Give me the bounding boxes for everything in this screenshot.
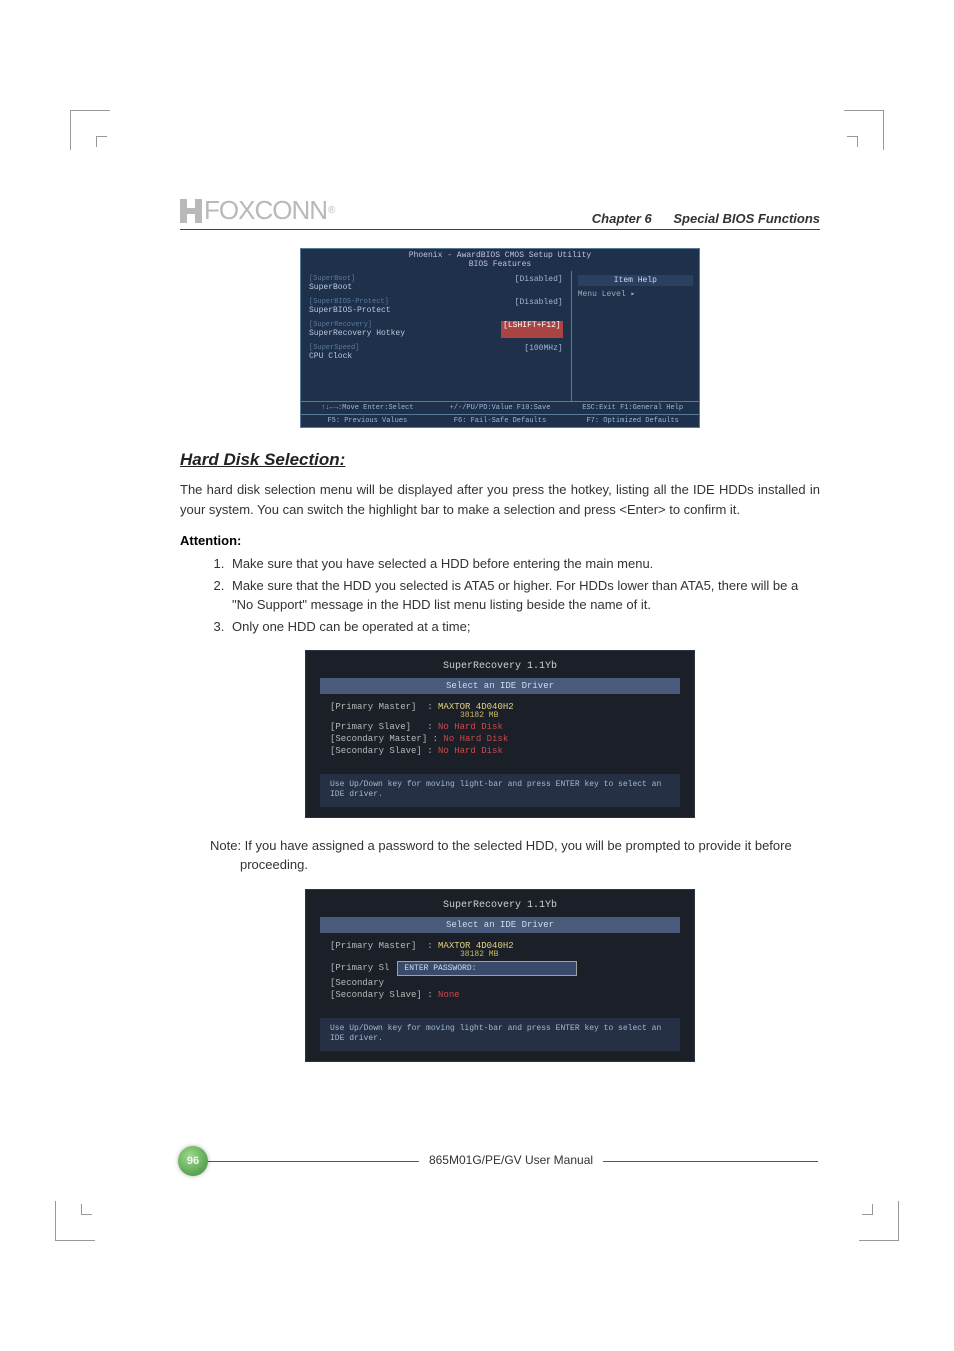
bios-menu-level: Menu Level ▸ bbox=[578, 289, 693, 299]
chapter-number: Chapter 6 bbox=[592, 211, 652, 226]
sr2-row-primary-master: [Primary Master] : MAXTOR 4D040H2 38182 … bbox=[330, 941, 670, 959]
chapter-subtitle: Special BIOS Functions bbox=[673, 211, 820, 226]
sr1-header: Select an IDE Driver bbox=[320, 678, 680, 694]
manual-name: 865M01G/PE/GV User Manual bbox=[419, 1153, 603, 1167]
bios-row-superspeed: [SuperSpeed]CPU Clock [100MHz] bbox=[309, 344, 563, 361]
bios-footer-keys-2: F5: Previous Values F6: Fail-Safe Defaul… bbox=[301, 414, 699, 427]
superrecovery-screenshot-2: SuperRecovery 1.1Yb Select an IDE Driver… bbox=[305, 889, 695, 1062]
sr1-row-primary-master: [Primary Master] : MAXTOR 4D040H2 38182 … bbox=[330, 702, 670, 720]
sr2-hint: Use Up/Down key for moving light-bar and… bbox=[320, 1018, 680, 1051]
bios-row-superboot: [SuperBoot]SuperBoot [Disabled] bbox=[309, 275, 563, 292]
attention-steps: Make sure that you have selected a HDD b… bbox=[180, 554, 820, 636]
sr1-row-secondary-master: [Secondary Master] : No Hard Disk bbox=[330, 734, 670, 744]
bios-row-superprotect: [SuperBIOS-Protect]SuperBIOS-Protect [Di… bbox=[309, 298, 563, 315]
page-footer: 96 865M01G/PE/GV User Manual bbox=[178, 1146, 818, 1176]
sr2-row-secondary: [Secondary bbox=[330, 978, 670, 988]
page-number-badge: 96 bbox=[178, 1146, 208, 1176]
sr1-hint: Use Up/Down key for moving light-bar and… bbox=[320, 774, 680, 807]
bios-title-2: BIOS Features bbox=[301, 260, 699, 269]
attention-label: Attention: bbox=[180, 533, 820, 548]
step-3: Only one HDD can be operated at a time; bbox=[228, 617, 820, 637]
enter-password-box: ENTER PASSWORD: bbox=[397, 961, 577, 976]
sr1-title: SuperRecovery 1.1Yb bbox=[314, 659, 686, 678]
step-2: Make sure that the HDD you selected is A… bbox=[228, 576, 820, 615]
foxconn-logo: FOXCONN® bbox=[180, 195, 334, 226]
logo-h-icon bbox=[180, 199, 202, 223]
bios-item-help-header: Item Help bbox=[578, 275, 693, 286]
intro-paragraph: The hard disk selection menu will be dis… bbox=[180, 480, 820, 519]
step-1: Make sure that you have selected a HDD b… bbox=[228, 554, 820, 574]
bios-row-superrecovery: [SuperRecovery]SuperRecovery Hotkey [LSH… bbox=[309, 321, 563, 338]
bios-screenshot: Phoenix - AwardBIOS CMOS Setup Utility B… bbox=[300, 248, 700, 428]
sr1-row-primary-slave: [Primary Slave] : No Hard Disk bbox=[330, 722, 670, 732]
sr2-header: Select an IDE Driver bbox=[320, 917, 680, 933]
sr2-row-password-prompt: [Primary SlENTER PASSWORD: bbox=[330, 961, 670, 976]
sr2-row-secondary-slave: [Secondary Slave] : None bbox=[330, 990, 670, 1000]
bios-title-1: Phoenix - AwardBIOS CMOS Setup Utility bbox=[301, 251, 699, 260]
note-paragraph: Note: If you have assigned a password to… bbox=[210, 836, 820, 875]
chapter-title: Chapter 6 Special BIOS Functions bbox=[592, 211, 820, 226]
sr1-row-secondary-slave: [Secondary Slave] : No Hard Disk bbox=[330, 746, 670, 756]
section-heading: Hard Disk Selection: bbox=[180, 450, 820, 470]
logo-text: FOXCONN bbox=[204, 195, 327, 226]
sr2-title: SuperRecovery 1.1Yb bbox=[314, 898, 686, 917]
page-header: FOXCONN® Chapter 6 Special BIOS Function… bbox=[180, 195, 820, 230]
bios-footer-keys: ↑↓←→:Move Enter:Select +/-/PU/PD:Value F… bbox=[301, 401, 699, 414]
superrecovery-screenshot-1: SuperRecovery 1.1Yb Select an IDE Driver… bbox=[305, 650, 695, 818]
